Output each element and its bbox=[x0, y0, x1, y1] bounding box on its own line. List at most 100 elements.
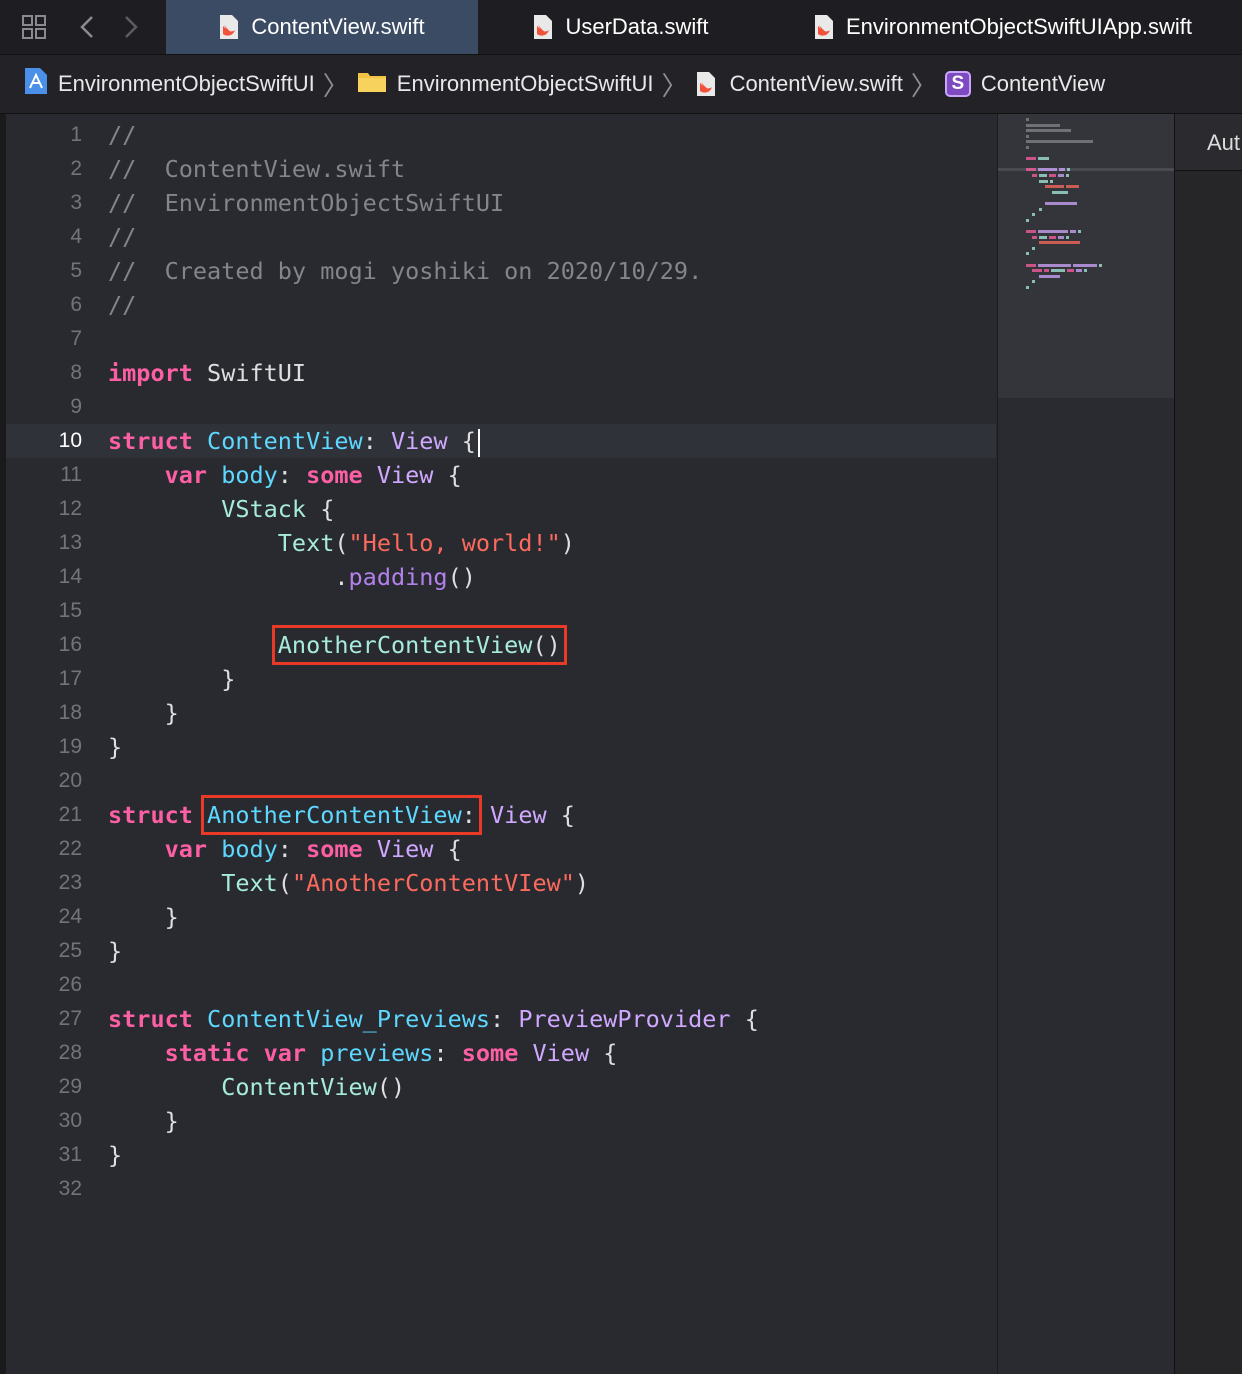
minimap-visible-region[interactable] bbox=[998, 114, 1174, 398]
code-line[interactable]: 9 bbox=[6, 390, 996, 424]
minimap-line bbox=[1050, 269, 1066, 273]
code-line[interactable]: 23 Text("AnotherContentVIew") bbox=[6, 866, 996, 900]
breadcrumb-project[interactable]: EnvironmentObjectSwiftUI bbox=[24, 55, 315, 113]
code-text[interactable]: // ContentView.swift bbox=[108, 152, 405, 186]
line-number: 3 bbox=[70, 191, 82, 214]
code-text[interactable]: var body: some View { bbox=[108, 832, 462, 866]
tab-userdata[interactable]: UserData.swift bbox=[478, 0, 764, 54]
code-text[interactable]: struct ContentView_Previews: PreviewProv… bbox=[108, 1002, 759, 1036]
minimap-line bbox=[1067, 269, 1074, 273]
code-line[interactable]: 8 import SwiftUI bbox=[6, 356, 996, 390]
code-line[interactable]: 25} bbox=[6, 934, 996, 968]
minimap-line bbox=[1026, 129, 1071, 133]
line-number: 16 bbox=[58, 633, 82, 656]
code-line[interactable]: 31} bbox=[6, 1138, 996, 1172]
minimap-line bbox=[1057, 174, 1064, 177]
code-line[interactable]: 19} bbox=[6, 730, 996, 764]
code-line[interactable]: 11 var body: some View { bbox=[6, 458, 996, 492]
code-text[interactable]: struct AnotherContentView: View { bbox=[108, 795, 575, 835]
code-line[interactable]: 20 bbox=[6, 764, 996, 798]
code-line[interactable]: 15 bbox=[6, 594, 996, 628]
code-line[interactable]: 24 } bbox=[6, 900, 996, 934]
swift-file-icon bbox=[533, 14, 553, 40]
code-text[interactable]: // bbox=[108, 288, 136, 322]
code-text[interactable]: } bbox=[108, 1138, 122, 1172]
code-line[interactable]: 5 // Created by mogi yoshiki on 2020/10/2… bbox=[6, 254, 996, 288]
minimap-line bbox=[1026, 157, 1036, 161]
tab-app[interactable]: EnvironmentObjectSwiftUIApp.swift bbox=[764, 0, 1242, 54]
breadcrumb-folder[interactable]: EnvironmentObjectSwiftUI bbox=[357, 55, 654, 113]
code-line[interactable]: 12 VStack { bbox=[6, 492, 996, 526]
code-text[interactable]: Text("AnotherContentVIew") bbox=[108, 866, 589, 900]
forward-chevron-icon[interactable] bbox=[114, 0, 148, 54]
code-text[interactable]: } bbox=[108, 662, 235, 696]
code-line[interactable]: 28 static var previews: some View { bbox=[6, 1036, 996, 1070]
breadcrumb-label: ContentView.swift bbox=[729, 71, 903, 96]
code-line[interactable]: 2 // ContentView.swift bbox=[6, 152, 996, 186]
minimap[interactable] bbox=[997, 114, 1174, 1374]
code-text[interactable]: import SwiftUI bbox=[108, 356, 306, 390]
code-line[interactable]: 22 var body: some View { bbox=[6, 832, 996, 866]
code-text[interactable]: // EnvironmentObjectSwiftUI bbox=[108, 186, 504, 220]
code-text[interactable]: } bbox=[108, 900, 179, 934]
grid-icon[interactable] bbox=[14, 0, 54, 54]
code-line[interactable]: 21 struct AnotherContentView: View { bbox=[6, 795, 996, 835]
breadcrumb-file[interactable]: ContentView.swift bbox=[696, 55, 903, 113]
minimap-line bbox=[1051, 190, 1068, 194]
breadcrumb-symbol[interactable]: S ContentView bbox=[944, 55, 1105, 113]
minimap-line bbox=[1026, 252, 1029, 256]
line-number: 18 bbox=[58, 701, 82, 724]
chevron-right-icon: 〉 bbox=[661, 71, 688, 102]
code-text[interactable]: } bbox=[108, 934, 122, 968]
code-line[interactable]: 27 struct ContentView_Previews: PreviewPr… bbox=[6, 1002, 996, 1036]
code-line[interactable]: 10 struct ContentView: View { bbox=[6, 424, 996, 458]
breadcrumb-label: EnvironmentObjectSwiftUI bbox=[58, 71, 315, 96]
tab-contentview[interactable]: ContentView.swift bbox=[166, 0, 478, 54]
chevron-right-icon: 〉 bbox=[910, 71, 937, 102]
code-text[interactable]: } bbox=[108, 1104, 179, 1138]
code-text[interactable]: Text("Hello, world!") bbox=[108, 526, 575, 560]
minimap-line bbox=[1037, 263, 1072, 267]
code-line[interactable]: 29 ContentView() bbox=[6, 1070, 996, 1104]
code-text[interactable]: var body: some View { bbox=[108, 458, 462, 492]
code-text[interactable]: // bbox=[108, 118, 136, 152]
code-text[interactable]: // Created by mogi yoshiki on 2020/10/29… bbox=[108, 254, 702, 288]
minimap-line bbox=[1073, 263, 1098, 267]
minimap-line bbox=[1049, 174, 1056, 177]
code-line[interactable]: 13 Text("Hello, world!") bbox=[6, 526, 996, 560]
code-line[interactable]: 32 bbox=[6, 1172, 996, 1206]
minimap-line bbox=[1045, 185, 1065, 189]
canvas-area[interactable] bbox=[1175, 171, 1242, 1374]
code-text[interactable]: struct ContentView: View { bbox=[108, 424, 480, 458]
code-line[interactable]: 6 // bbox=[6, 288, 996, 322]
code-line[interactable]: 17 } bbox=[6, 662, 996, 696]
code-editor[interactable]: 1 // 2 // ContentView.swift 3 // EnvironmentO… bbox=[6, 114, 996, 1374]
code-line[interactable]: 18 } bbox=[6, 696, 996, 730]
code-text[interactable]: VStack { bbox=[108, 492, 334, 526]
code-text[interactable]: .padding() bbox=[108, 560, 476, 594]
minimap-line bbox=[1039, 235, 1048, 239]
code-line[interactable]: 4 // bbox=[6, 220, 996, 254]
code-line[interactable]: 26 bbox=[6, 968, 996, 1002]
code-line[interactable]: 3 // EnvironmentObjectSwiftUI bbox=[6, 186, 996, 220]
minimap-line bbox=[1038, 207, 1042, 211]
code-line[interactable]: 7 bbox=[6, 322, 996, 356]
minimap-line bbox=[1049, 235, 1056, 239]
code-line[interactable]: 1 // bbox=[6, 118, 996, 152]
code-text[interactable]: ContentView() bbox=[108, 1070, 405, 1104]
minimap-line bbox=[1026, 218, 1029, 222]
code-text[interactable]: static var previews: some View { bbox=[108, 1036, 618, 1070]
code-text[interactable]: } bbox=[108, 730, 122, 764]
tab-bar: ContentView.swift UserData.swift Environ… bbox=[0, 0, 1242, 55]
back-chevron-icon[interactable] bbox=[70, 0, 104, 54]
swift-file-icon bbox=[696, 71, 716, 97]
code-line[interactable]: 30 } bbox=[6, 1104, 996, 1138]
code-line[interactable]: 16 AnotherContentView() bbox=[6, 625, 996, 665]
code-text[interactable]: AnotherContentView() bbox=[108, 625, 567, 665]
minimap-line bbox=[1070, 230, 1077, 233]
line-number: 12 bbox=[58, 497, 82, 520]
line-number: 6 bbox=[70, 293, 82, 316]
code-text[interactable]: // bbox=[108, 220, 136, 254]
code-text[interactable]: } bbox=[108, 696, 179, 730]
code-line[interactable]: 14 .padding() bbox=[6, 560, 996, 594]
